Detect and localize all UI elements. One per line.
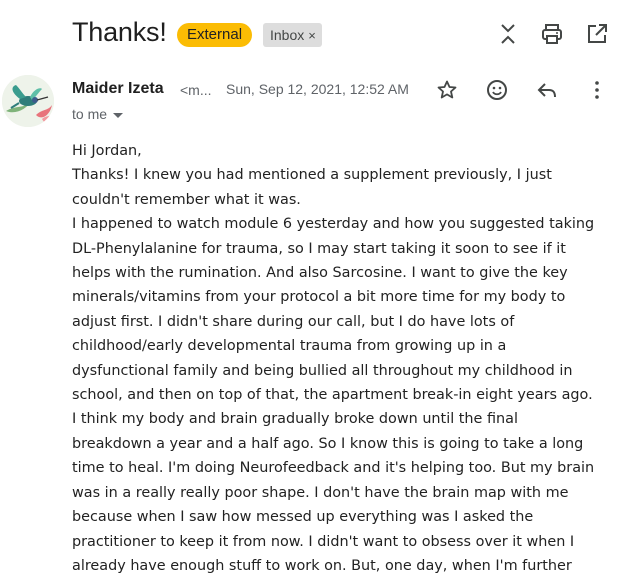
open-in-new-window-icon[interactable] <box>585 22 609 46</box>
expand-collapse-icon[interactable] <box>496 22 520 46</box>
recipient-details[interactable]: to me <box>72 106 124 122</box>
remove-label-button[interactable]: × <box>308 28 316 43</box>
body-line: dysfunctional family and being bullied a… <box>72 362 573 379</box>
body-line: Thanks! I knew you had mentioned a suppl… <box>72 167 552 184</box>
body-line: childhood/early developmental trauma fro… <box>72 338 507 355</box>
inbox-label-text: Inbox <box>270 27 305 43</box>
reply-icon[interactable] <box>535 78 559 102</box>
body-line: adjust first. I didn't share during our … <box>72 313 515 330</box>
sender-avatar[interactable] <box>2 75 54 127</box>
body-line: minerals/vitamins from your protocol a b… <box>72 289 566 306</box>
email-view: Thanks! External Inbox × Maider Izeta <m… <box>0 0 619 582</box>
body-line: because when I saw how messed up everyth… <box>72 509 534 526</box>
body-line: was in a really really poor shape. I don… <box>72 484 569 501</box>
email-subject: Thanks! <box>72 17 167 47</box>
body-line: I happened to watch module 6 yesterday a… <box>72 216 595 233</box>
body-line: couldn't remember what it was. <box>72 191 301 208</box>
body-line: school, and then on top of that, the apa… <box>72 387 593 404</box>
external-badge: External <box>177 23 253 47</box>
body-line: DL-Phenylalanine for trauma, so I may st… <box>72 240 566 257</box>
greeting: Hi Jordan, <box>72 143 142 159</box>
message-date: Sun, Sep 12, 2021, 12:52 AM <box>226 81 409 97</box>
more-vert-icon[interactable] <box>585 78 609 102</box>
emoji-react-icon[interactable] <box>485 78 509 102</box>
star-icon[interactable] <box>435 78 459 102</box>
print-icon[interactable] <box>540 22 564 46</box>
body-line: breakdown a year and a half ago. So I kn… <box>72 435 584 452</box>
hummingbird-avatar-icon <box>2 75 54 127</box>
recipient-label: to me <box>72 106 108 122</box>
sender-email: <m... <box>180 82 212 98</box>
body-line: already have enough stuff to work on. Bu… <box>72 557 572 574</box>
sender-name[interactable]: Maider Izeta <box>72 80 164 98</box>
subject-row: Thanks! External Inbox × <box>0 0 619 66</box>
inbox-label-chip[interactable]: Inbox × <box>263 23 322 47</box>
body-line: time to heal. I'm doing Neurofeedback an… <box>72 460 595 477</box>
body-line: helps with the rumination. And also Sarc… <box>72 265 568 282</box>
body-line: I think my body and brain gradually brok… <box>72 411 518 428</box>
chevron-down-icon[interactable] <box>113 112 124 118</box>
message-body: Hi Jordan, Thanks! I knew you had mentio… <box>72 139 612 578</box>
body-line: practitioner to keep it from now. I didn… <box>72 533 575 550</box>
